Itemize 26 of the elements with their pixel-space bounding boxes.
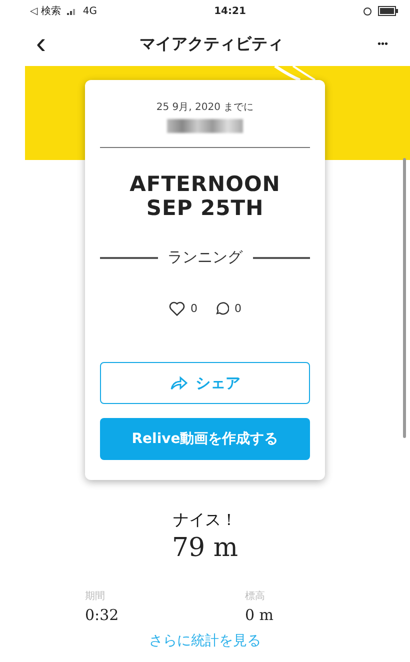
clock: 14:21 — [214, 6, 246, 16]
signal-icon — [66, 7, 77, 15]
battery-icon — [378, 6, 398, 16]
headline: ナイス！ — [173, 510, 237, 531]
distance-value: 79 m — [172, 533, 238, 563]
more-stats-link[interactable]: さらに統計を見る — [149, 632, 261, 650]
activity-title: AFTERNOON — [130, 172, 280, 196]
activity-type: ランニング — [168, 248, 242, 268]
stat-label: 期間 — [85, 590, 106, 603]
activity-title: SEP 25TH — [146, 196, 264, 220]
carrier-label: ◁ 検索 — [30, 4, 61, 18]
stat-label: 標高 — [245, 590, 266, 603]
like-count: 0 — [190, 302, 198, 316]
network-label: 4G — [82, 6, 97, 16]
comment-count: 0 — [234, 302, 242, 316]
heart-icon[interactable] — [168, 301, 184, 316]
create-video-button[interactable]: Relive動画を作成する — [100, 418, 310, 460]
page-title: マイアクティビティ — [140, 34, 284, 54]
comment-icon[interactable] — [214, 301, 228, 316]
date-label: 25 9月, 2020 までに — [156, 101, 254, 114]
share-icon — [170, 375, 188, 392]
share-button[interactable]: シェア — [100, 362, 310, 404]
stat-value: 0 m — [245, 606, 275, 624]
back-button[interactable]: ‹ — [36, 29, 46, 59]
more-button[interactable]: ••• — [377, 38, 388, 50]
stat-value: 0:32 — [85, 606, 120, 624]
